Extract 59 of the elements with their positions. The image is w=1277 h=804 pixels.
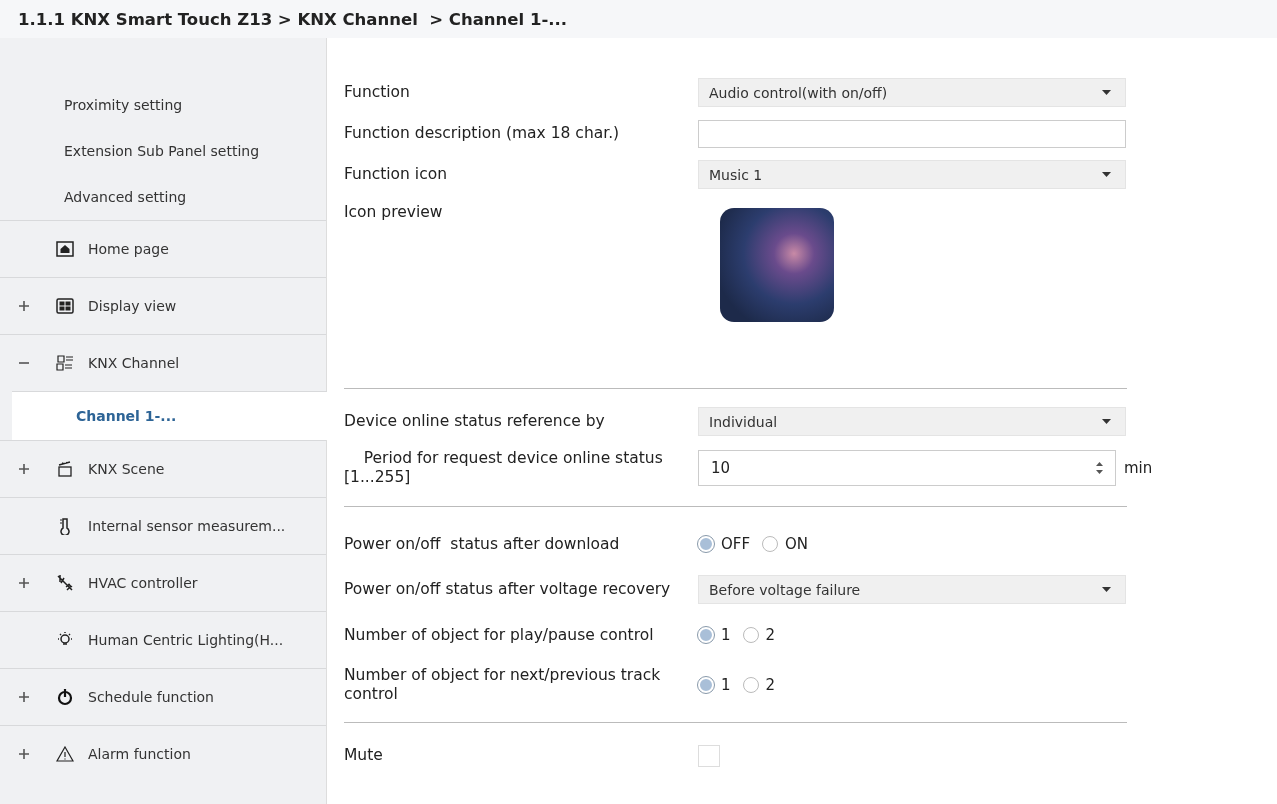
expand-icon[interactable] xyxy=(19,692,29,702)
breadcrumb: 1.1.1 KNX Smart Touch Z13 > KNX Channel > Channel 1-... xyxy=(18,9,568,29)
setting-label: Device online status reference by xyxy=(344,412,606,431)
sidebar-item[interactable]: Internal sensor measurem... xyxy=(88,518,286,534)
dropdown[interactable]: Audio control(with on/off) xyxy=(698,78,1126,107)
sidebar-item[interactable]: Human Centric Lighting(H... xyxy=(88,632,284,648)
dropdown[interactable]: Before voltage failure xyxy=(698,575,1126,604)
setting-label: Power on/off status after download xyxy=(344,534,621,554)
sidebar-item[interactable]: Display view xyxy=(88,298,177,314)
dropdown[interactable]: Individual xyxy=(698,407,1126,436)
expand-icon[interactable] xyxy=(19,464,29,474)
radio-label[interactable]: 2 xyxy=(765,626,776,644)
grid-icon xyxy=(56,298,74,314)
sidebar-item[interactable]: Advanced setting xyxy=(0,174,326,220)
setting-label: Function description (max 18 char.) xyxy=(344,124,621,143)
radio-label[interactable]: 1 xyxy=(721,676,731,694)
setting-label: Icon preview xyxy=(344,203,444,222)
sidebar-item[interactable]: Proximity setting xyxy=(0,82,326,128)
sidebar-item[interactable]: Alarm function xyxy=(88,746,191,762)
sidebar-item[interactable]: KNX Scene xyxy=(88,461,165,477)
radio-label[interactable]: ON xyxy=(785,535,809,553)
radio-button[interactable] xyxy=(762,536,779,552)
radio-label[interactable]: 2 xyxy=(765,676,776,694)
setting-label: Function icon xyxy=(344,165,448,184)
warning-icon xyxy=(56,746,74,762)
checkbox[interactable] xyxy=(698,744,720,767)
setting-label: Function xyxy=(344,83,411,102)
unit-label: min xyxy=(1124,459,1153,477)
caret-icon xyxy=(1102,90,1111,95)
radio-button[interactable] xyxy=(742,627,759,643)
spinner-arrows-icon[interactable] xyxy=(1096,461,1103,475)
timer-icon xyxy=(57,688,73,706)
setting-label: Mute xyxy=(344,746,384,765)
dropdown[interactable]: Music 1 xyxy=(698,160,1126,189)
setting-label: Period for request device online status [1...255] xyxy=(344,449,664,487)
sidebar-item[interactable]: Extension Sub Panel setting xyxy=(0,128,326,174)
expand-icon[interactable] xyxy=(19,578,29,588)
radio-label[interactable]: 1 xyxy=(721,626,731,644)
sidebar-item[interactable]: Channel 1-... xyxy=(12,391,327,440)
sidebar-item[interactable]: HVAC controller xyxy=(88,575,198,591)
expand-icon[interactable] xyxy=(19,749,29,759)
number-field[interactable]: 10 xyxy=(698,450,1116,486)
expand-icon[interactable] xyxy=(19,301,29,311)
caret-icon xyxy=(1102,587,1111,592)
channel-icon xyxy=(56,355,74,371)
sidebar-item[interactable]: Schedule function xyxy=(88,689,214,705)
home-icon xyxy=(56,241,74,257)
radio-button[interactable] xyxy=(742,677,759,693)
setting-label: Number of object for play/pause control xyxy=(344,625,655,645)
radio-label[interactable]: OFF xyxy=(721,535,751,553)
text-field[interactable] xyxy=(698,119,1126,148)
sidebar-item[interactable]: KNX Channel xyxy=(88,355,180,371)
setting-label: Power on/off status after voltage recovery xyxy=(344,580,672,599)
caret-icon xyxy=(1102,172,1111,177)
sidebar-item[interactable]: Home page xyxy=(88,241,169,257)
clapperboard-icon xyxy=(57,461,73,477)
thermometer-icon xyxy=(58,517,72,535)
caret-icon xyxy=(1102,419,1111,424)
setting-label: Number of object for next/previous track control xyxy=(344,666,662,704)
